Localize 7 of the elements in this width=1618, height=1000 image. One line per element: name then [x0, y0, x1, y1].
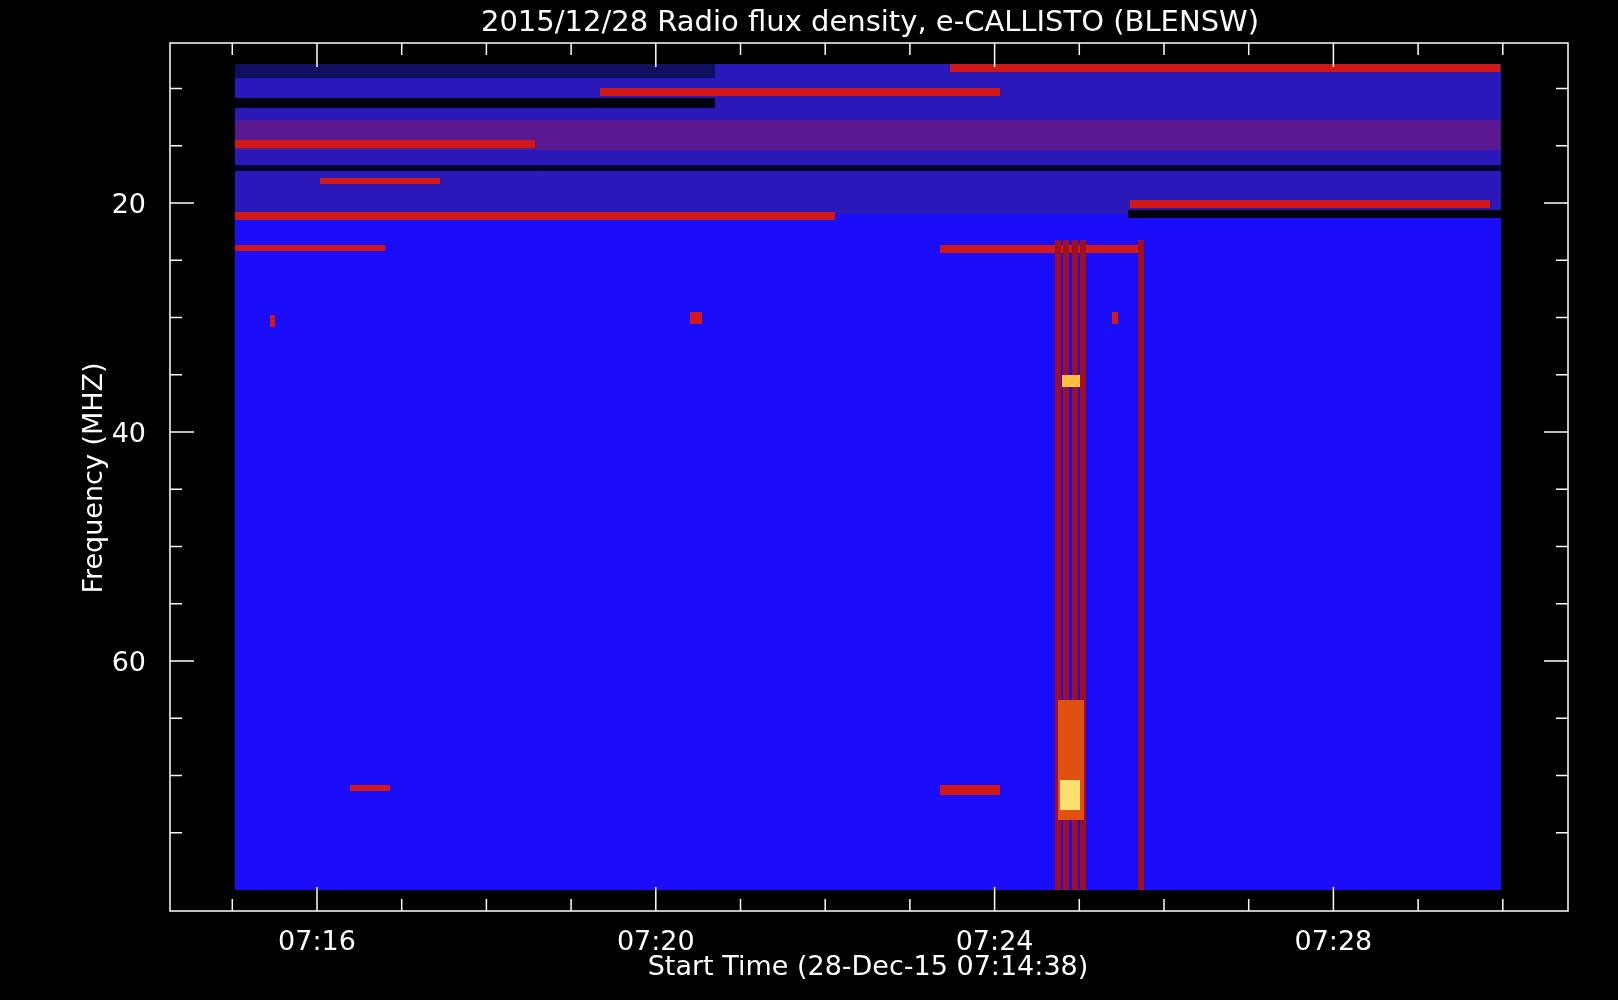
y-tick-label: 20: [111, 188, 146, 219]
x-tick-label: 07:28: [1294, 925, 1373, 956]
y-axis-label: Frequency (MHZ): [77, 362, 108, 594]
y-tick-label: 60: [111, 646, 146, 677]
chart-title: 2015/12/28 Radio flux density, e-CALLISTO (BLENSW): [480, 4, 1260, 38]
y-tick-label: 40: [111, 417, 146, 448]
x-tick-label: 07:16: [278, 925, 356, 956]
